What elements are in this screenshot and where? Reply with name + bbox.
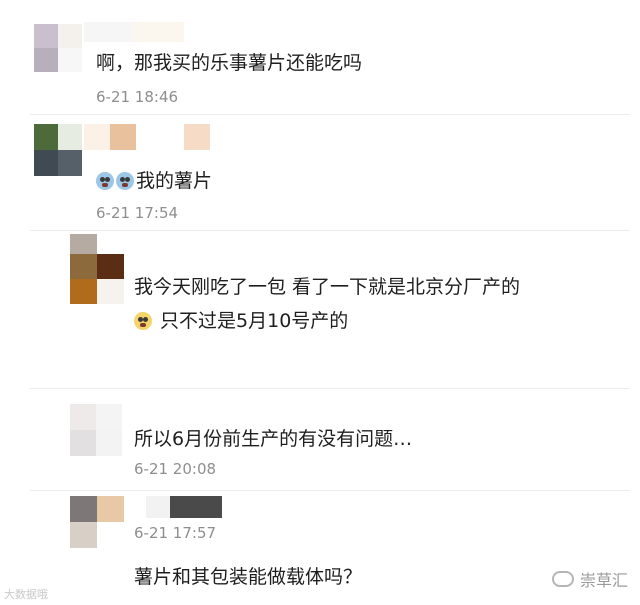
comment-text: 啊，那我买的乐事薯片还能吃吗 (96, 52, 363, 74)
wechat-icon (551, 571, 574, 587)
avatar[interactable] (34, 124, 82, 176)
comment-text: 我的薯片 (136, 170, 213, 192)
comment-time: 6-21 17:57 (134, 524, 217, 542)
comment-text-row: 只不过是5月10号产的 (134, 306, 348, 333)
avatar[interactable] (70, 496, 124, 548)
watermark-right: 崇草汇 (551, 567, 628, 591)
divider (30, 230, 630, 231)
scream-emoji-icon (116, 172, 134, 190)
comment-text: 薯片和其包装能做载体吗？ (134, 566, 363, 588)
avatar[interactable] (34, 24, 82, 72)
divider (30, 490, 630, 491)
crying-emoji-icon (134, 312, 152, 330)
comment-time: 6-21 20:08 (134, 460, 217, 478)
scream-emoji-icon (96, 172, 114, 190)
comment-time: 6-21 18:46 (96, 88, 179, 106)
avatar[interactable] (70, 404, 122, 456)
username-blurred (146, 496, 226, 518)
comment-text-line1: 我今天刚吃了一包 看了一下就是北京分厂产的 (134, 276, 521, 298)
avatar[interactable] (70, 234, 124, 304)
divider (30, 388, 630, 389)
username-blurred (84, 124, 214, 150)
username-blurred (84, 22, 194, 44)
comment-time: 6-21 17:54 (96, 204, 179, 222)
comment-text-line2: 只不过是5月10号产的 (160, 310, 349, 332)
divider (30, 114, 630, 115)
comment-text: 所以6月份前生产的有没有问题… (134, 428, 413, 450)
comment-text-row: 我的薯片 (96, 166, 212, 193)
watermark-left: 大数据哦 (4, 588, 48, 601)
watermark-right-text: 崇草汇 (579, 571, 628, 590)
